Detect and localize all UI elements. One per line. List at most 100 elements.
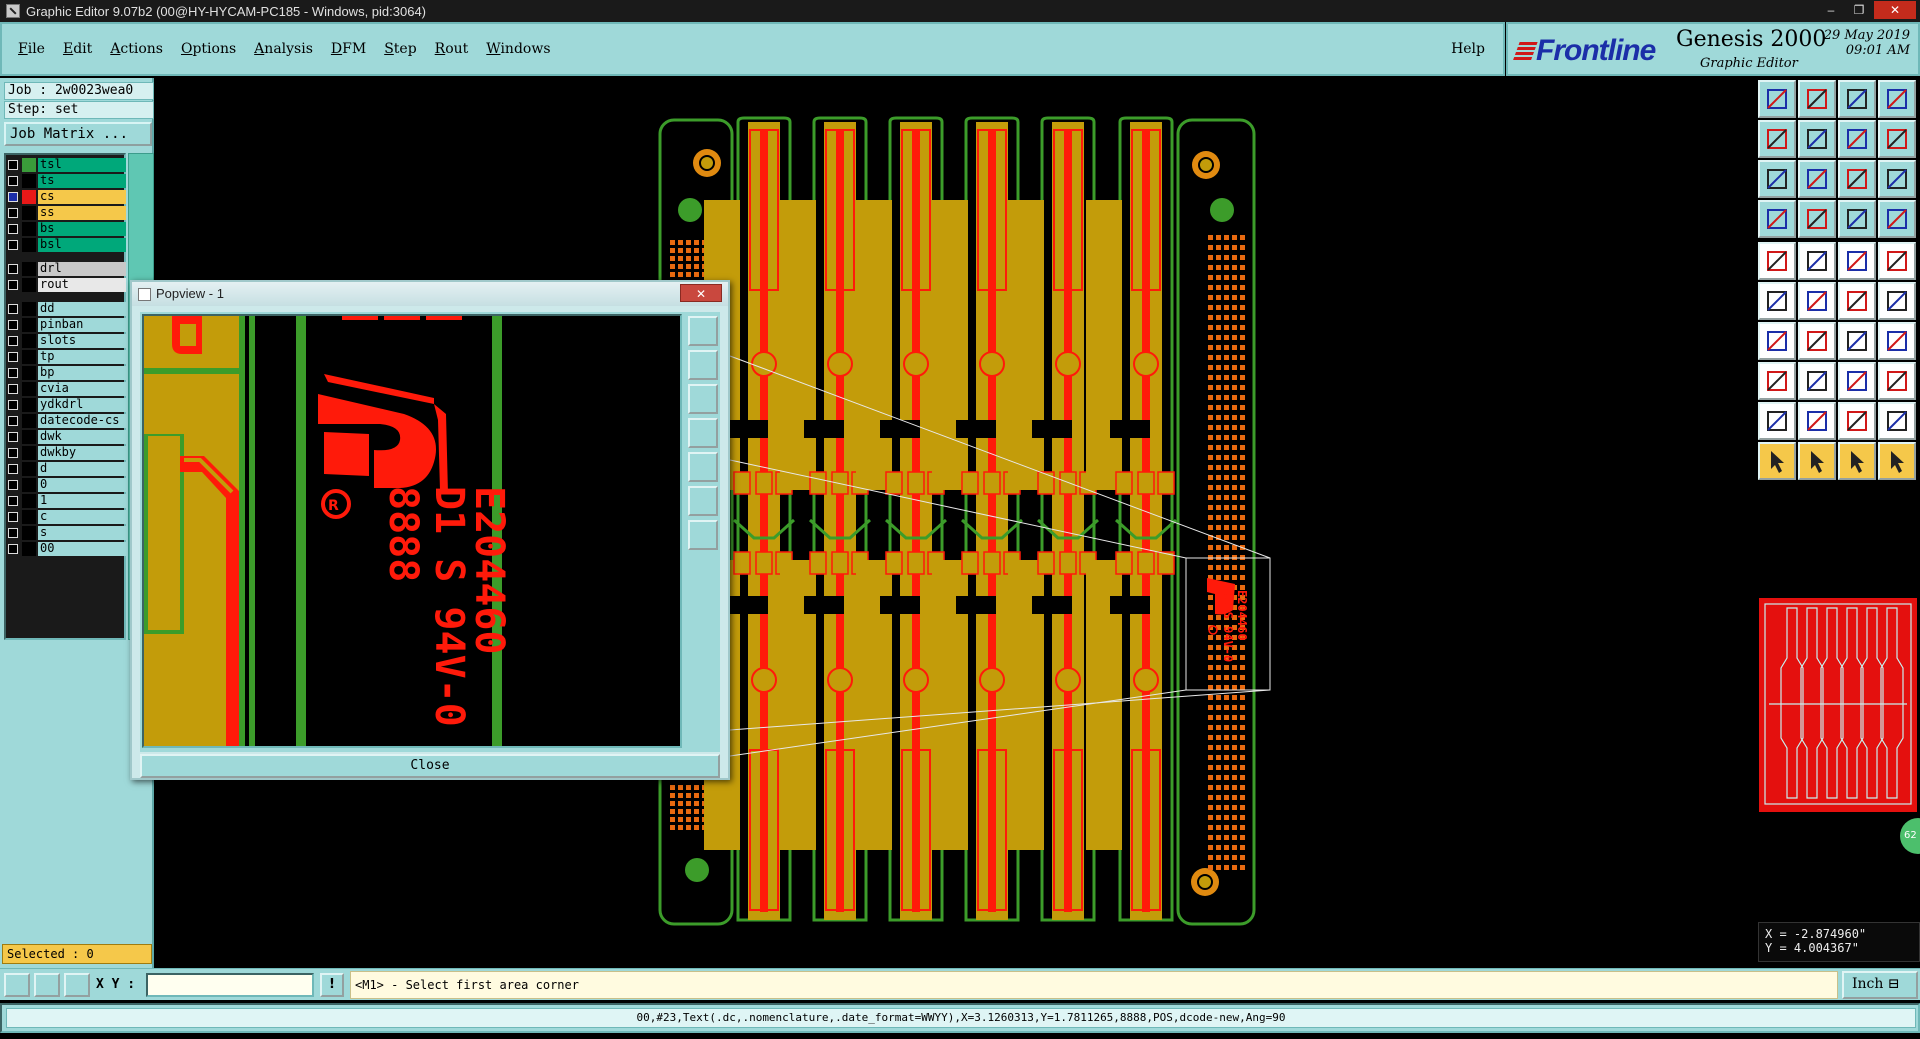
layer-checkbox[interactable]: [8, 528, 18, 538]
popview-zoom-area-button[interactable]: [688, 316, 718, 346]
grid-tool-button[interactable]: [1838, 200, 1876, 238]
menu-file[interactable]: File: [16, 39, 47, 59]
layer-row-cs[interactable]: cs: [8, 190, 126, 204]
layer-name[interactable]: 00: [38, 542, 126, 556]
minimize-button[interactable]: –: [1818, 1, 1844, 19]
curve-tool-button[interactable]: [1838, 322, 1876, 360]
cross-tool-button[interactable]: [1798, 282, 1836, 320]
snap-tool-button[interactable]: [1758, 200, 1796, 238]
bridge-tool-button[interactable]: [1878, 402, 1916, 440]
grid-snap-button[interactable]: [64, 973, 90, 997]
copy-tool-button[interactable]: [1878, 362, 1916, 400]
layer-name[interactable]: cs: [38, 190, 126, 204]
ruler-tool-button[interactable]: [1838, 242, 1876, 280]
layer-checkbox[interactable]: [8, 368, 18, 378]
layer-row-00[interactable]: 00: [8, 542, 126, 556]
menu-step[interactable]: Step: [382, 39, 418, 59]
layer-checkbox[interactable]: [8, 336, 18, 346]
layer-row-slots[interactable]: slots: [8, 334, 126, 348]
home-tool-button[interactable]: [1838, 80, 1876, 118]
layer-checkbox[interactable]: [8, 464, 18, 474]
layer-checkbox[interactable]: [8, 400, 18, 410]
popview-close-x-button[interactable]: ✕: [680, 284, 722, 302]
close-button[interactable]: ✕: [1874, 1, 1916, 19]
layer-row-dwkby[interactable]: dwkby: [8, 446, 126, 460]
layer-row-pinban[interactable]: pinban: [8, 318, 126, 332]
pointer-tool-button[interactable]: [1758, 442, 1796, 480]
layer-name[interactable]: ts: [38, 174, 126, 188]
units-selector[interactable]: Inch ⊟: [1842, 971, 1918, 999]
popview-pan-right-button[interactable]: [688, 452, 718, 482]
popview-zoom-out-button[interactable]: [688, 384, 718, 414]
layer-checkbox[interactable]: [8, 416, 18, 426]
layer-name[interactable]: 0: [38, 478, 126, 492]
layer-name[interactable]: s: [38, 526, 126, 540]
layer-row-drl[interactable]: drl: [8, 262, 126, 276]
zoom-left-tool-button[interactable]: [1758, 120, 1796, 158]
menu-rout[interactable]: Rout: [433, 39, 471, 59]
move-tool-button[interactable]: [1758, 362, 1796, 400]
layer-name[interactable]: pinban: [38, 318, 126, 332]
menu-actions[interactable]: Actions: [108, 39, 165, 59]
maximize-button[interactable]: ❐: [1846, 1, 1872, 19]
layer-name[interactable]: bp: [38, 366, 126, 380]
layer-checkbox[interactable]: [8, 304, 18, 314]
layer-row-bsl[interactable]: bsl: [8, 238, 126, 252]
popview-canvas[interactable]: R E204460 D1 S 94V-0 8888: [142, 314, 682, 748]
layer-row-rout[interactable]: rout: [8, 278, 126, 292]
redraw-tool-button[interactable]: [1878, 120, 1916, 158]
layer-checkbox[interactable]: [8, 280, 18, 290]
layer-name[interactable]: d: [38, 462, 126, 476]
dimension-tool-button[interactable]: [1838, 362, 1876, 400]
layer-name[interactable]: slots: [38, 334, 126, 348]
link-tool-button[interactable]: [1838, 282, 1876, 320]
layer-row-cvia[interactable]: cvia: [8, 382, 126, 396]
node-tool-button[interactable]: [1758, 282, 1796, 320]
help-tool-button[interactable]: [1878, 160, 1916, 198]
layer-checkbox[interactable]: [8, 192, 18, 202]
split-window-tool-button[interactable]: [1878, 80, 1916, 118]
scale-tool-button[interactable]: [1838, 160, 1876, 198]
layer-row-bs[interactable]: bs: [8, 222, 126, 236]
open-job-tool-button[interactable]: [1758, 80, 1796, 118]
layer-name[interactable]: cvia: [38, 382, 126, 396]
arc-tool-button[interactable]: [1798, 322, 1836, 360]
circle-tool-button[interactable]: [1878, 242, 1916, 280]
polygon-tool-button[interactable]: [1798, 242, 1836, 280]
settings-tool-button[interactable]: [1878, 200, 1916, 238]
popview-close-button[interactable]: Close: [140, 754, 720, 778]
layer-name[interactable]: dwkby: [38, 446, 126, 460]
layer-name[interactable]: tp: [38, 350, 126, 364]
select-plus-tool-button[interactable]: [1838, 442, 1876, 480]
layer-row-ts[interactable]: ts: [8, 174, 126, 188]
panel-tool-button[interactable]: [1838, 120, 1876, 158]
layer-name[interactable]: c: [38, 510, 126, 524]
layer-name[interactable]: tsl: [38, 158, 126, 172]
select-tool-button[interactable]: [1798, 442, 1836, 480]
connect-tool-button[interactable]: [1878, 282, 1916, 320]
layer-row-0[interactable]: 0: [8, 478, 126, 492]
zoom-right-tool-button[interactable]: [1798, 120, 1836, 158]
job-matrix-button[interactable]: Job Matrix ...: [4, 122, 152, 146]
layer-checkbox[interactable]: [8, 160, 18, 170]
mountain-tool-button[interactable]: [1798, 402, 1836, 440]
popview-pan-left-button[interactable]: [688, 418, 718, 448]
menu-options[interactable]: Options: [179, 39, 238, 59]
layer-row-ydkdrl[interactable]: ydkdrl: [8, 398, 126, 412]
center-tool-button[interactable]: [1798, 160, 1836, 198]
layer-name[interactable]: drl: [38, 262, 126, 276]
route-tool-button[interactable]: [1878, 442, 1916, 480]
layer-row-ss[interactable]: ss: [8, 206, 126, 220]
line-tool-button[interactable]: [1758, 322, 1796, 360]
layer-checkbox[interactable]: [8, 496, 18, 506]
arch-tool-button[interactable]: [1838, 402, 1876, 440]
alert-button[interactable]: !: [320, 973, 344, 997]
minus-tool-button[interactable]: [1798, 362, 1836, 400]
layer-name[interactable]: 1: [38, 494, 126, 508]
layer-row-tp[interactable]: tp: [8, 350, 126, 364]
menu-windows[interactable]: Windows: [484, 39, 552, 59]
popview-titlebar[interactable]: Popview - 1: [132, 282, 728, 306]
layer-checkbox[interactable]: [8, 544, 18, 554]
layer-row-tsl[interactable]: tsl: [8, 158, 126, 172]
layer-checkbox[interactable]: [8, 480, 18, 490]
